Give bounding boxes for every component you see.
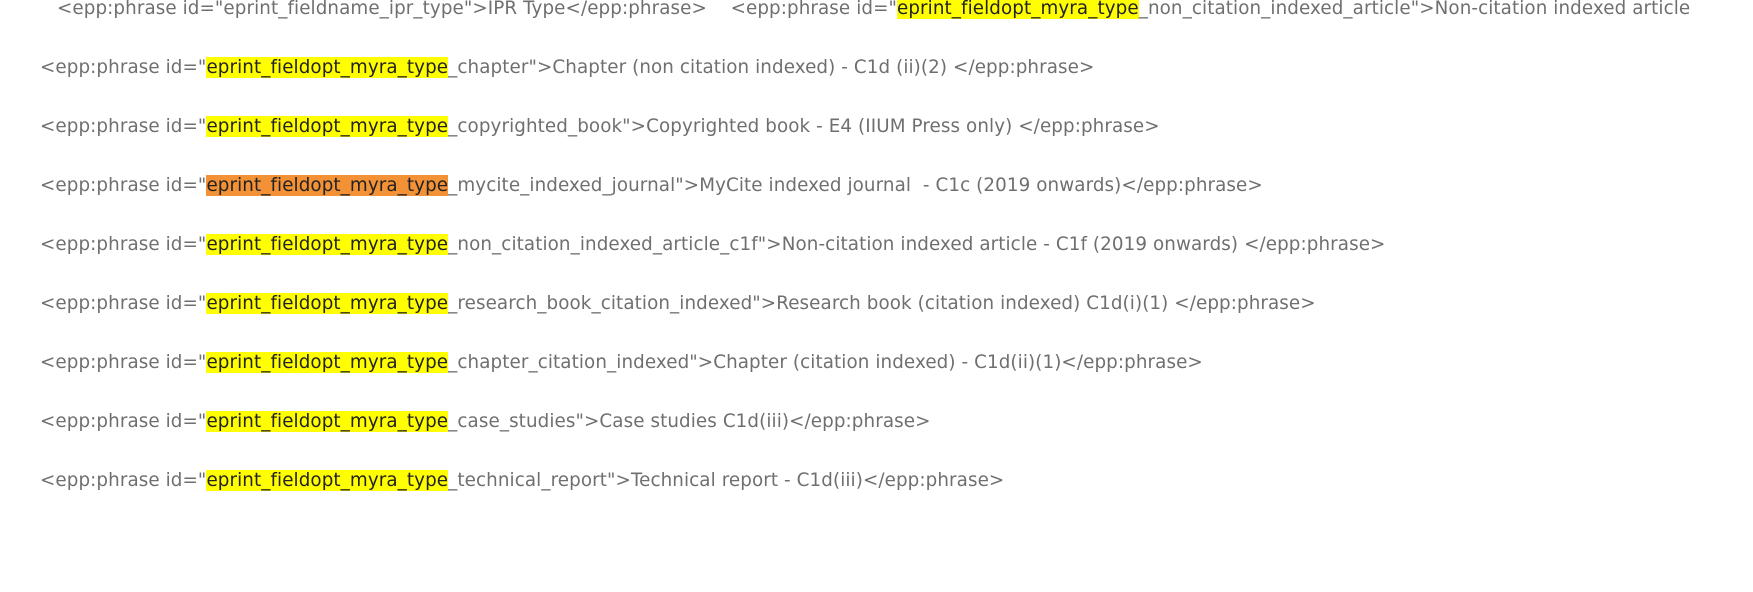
code-line: <epp:phrase id="eprint_fieldopt_myra_typ…: [40, 469, 1004, 493]
code-line: <epp:phrase id="eprint_fieldopt_myra_typ…: [40, 351, 1203, 375]
code-text: <epp:phrase id="eprint_fieldname_ipr_typ…: [57, 0, 897, 19]
code-text-view: <epp:phrase id="eprint_fieldname_ipr_typ…: [0, 0, 1753, 592]
search-match-highlight: eprint_fieldopt_myra_type: [206, 57, 449, 78]
code-text: <epp:phrase id=": [40, 352, 207, 373]
code-line: <epp:phrase id="eprint_fieldopt_myra_typ…: [40, 174, 1263, 198]
code-line: <epp:phrase id="eprint_fieldopt_myra_typ…: [40, 56, 1094, 80]
code-text: _chapter">Chapter (non citation indexed)…: [448, 57, 1095, 78]
code-text: <epp:phrase id=": [40, 175, 207, 196]
code-text: <epp:phrase id=": [40, 293, 207, 314]
code-text: _chapter_citation_indexed">Chapter (cita…: [448, 352, 1203, 373]
code-line: <epp:phrase id="eprint_fieldname_ipr_typ…: [57, 0, 1690, 21]
search-match-highlight: eprint_fieldopt_myra_type: [206, 352, 449, 373]
current-search-match-highlight: eprint_fieldopt_myra_type: [206, 175, 449, 196]
search-match-highlight: eprint_fieldopt_myra_type: [206, 470, 449, 491]
search-match-highlight: eprint_fieldopt_myra_type: [206, 411, 449, 432]
code-text: <epp:phrase id=": [40, 57, 207, 78]
code-text: _non_citation_indexed_article">Non-citat…: [1138, 0, 1691, 19]
code-line: <epp:phrase id="eprint_fieldopt_myra_typ…: [40, 115, 1160, 139]
code-text: <epp:phrase id=": [40, 116, 207, 137]
code-text: _case_studies">Case studies C1d(iii)</ep…: [448, 411, 931, 432]
code-text: _research_book_citation_indexed">Researc…: [448, 293, 1316, 314]
code-text: _non_citation_indexed_article_c1f">Non-c…: [448, 234, 1386, 255]
code-text: _technical_report">Technical report - C1…: [448, 470, 1005, 491]
search-match-highlight: eprint_fieldopt_myra_type: [206, 234, 449, 255]
code-line: <epp:phrase id="eprint_fieldopt_myra_typ…: [40, 292, 1316, 316]
code-text: _copyrighted_book">Copyrighted book - E4…: [448, 116, 1160, 137]
search-match-highlight: eprint_fieldopt_myra_type: [206, 116, 449, 137]
code-text: <epp:phrase id=": [40, 234, 207, 255]
code-text: _mycite_indexed_journal">MyCite indexed …: [448, 175, 1263, 196]
code-line: <epp:phrase id="eprint_fieldopt_myra_typ…: [40, 410, 931, 434]
code-text: <epp:phrase id=": [40, 470, 207, 491]
search-match-highlight: eprint_fieldopt_myra_type: [897, 0, 1139, 19]
code-line: <epp:phrase id="eprint_fieldopt_myra_typ…: [40, 233, 1385, 257]
search-match-highlight: eprint_fieldopt_myra_type: [206, 293, 449, 314]
code-text: <epp:phrase id=": [40, 411, 207, 432]
